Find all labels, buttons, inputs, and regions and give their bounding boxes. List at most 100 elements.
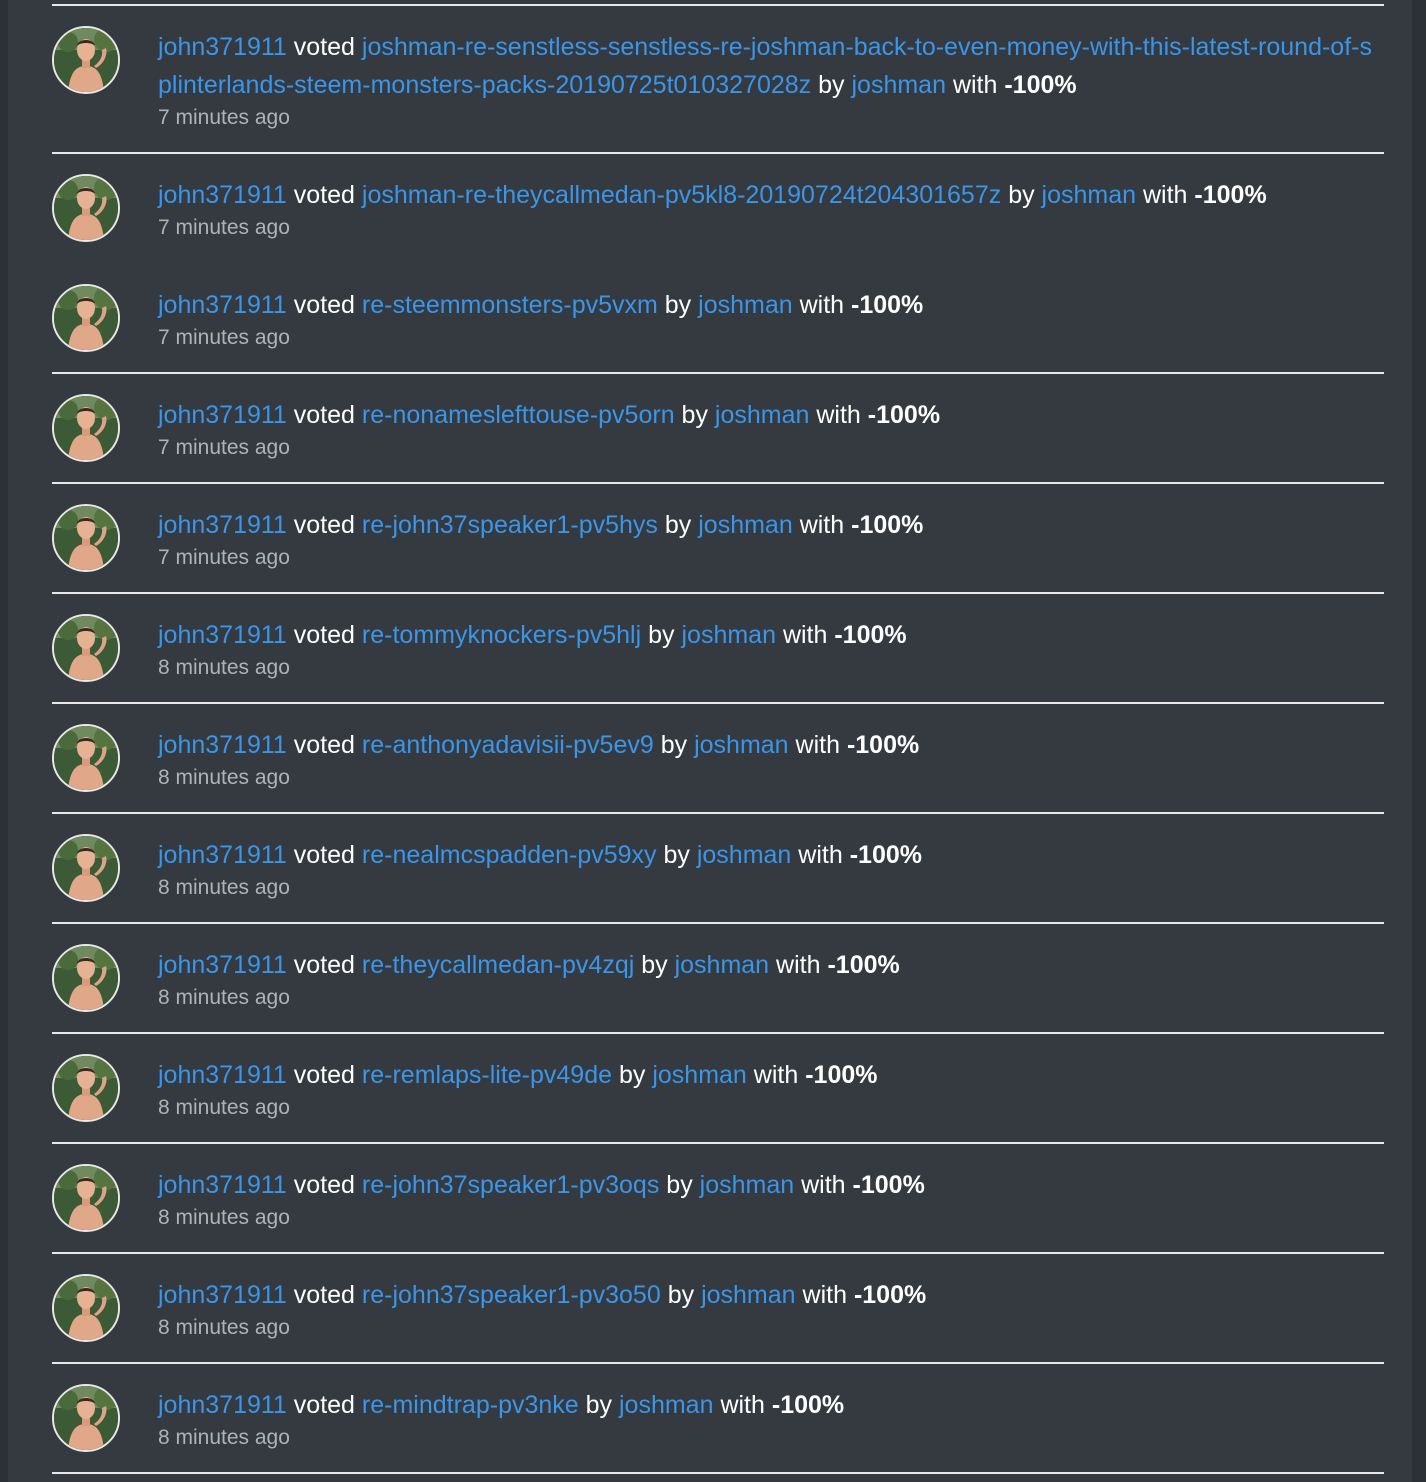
voter-link[interactable]: john371911	[158, 511, 287, 539]
page-background: john371911 voted joshman-re-senstless-se…	[0, 0, 1426, 1482]
voted-word: voted	[293, 401, 355, 429]
with-word: with	[795, 731, 840, 759]
author-link[interactable]: joshman	[1042, 181, 1137, 209]
user-avatar-photo[interactable]	[52, 394, 120, 462]
avatar-image	[54, 1386, 118, 1450]
voter-link[interactable]: john371911	[158, 33, 287, 61]
activity-timestamp: 8 minutes ago	[158, 876, 290, 899]
activity-timestamp: 7 minutes ago	[158, 436, 290, 459]
with-word: with	[801, 1171, 846, 1199]
activity-text: john371911 voted joshman-re-theycallmeda…	[158, 176, 1382, 214]
post-permlink-link[interactable]: re-john37speaker1-pv3o50	[362, 1281, 661, 1309]
user-avatar-photo[interactable]	[52, 284, 120, 352]
voter-link[interactable]: john371911	[158, 401, 287, 429]
user-avatar-photo[interactable]	[52, 614, 120, 682]
user-avatar-photo[interactable]	[52, 834, 120, 902]
voter-link[interactable]: john371911	[158, 951, 287, 979]
user-avatar-photo[interactable]	[52, 1054, 120, 1122]
activity-item: john371911 voted re-steemmonsters-pv5vxm…	[52, 264, 1384, 374]
author-link[interactable]: joshman	[698, 511, 793, 539]
post-permlink-link[interactable]: re-remlaps-lite-pv49de	[362, 1061, 612, 1089]
activity-text: john371911 voted re-john37speaker1-pv3oq…	[158, 1166, 1382, 1204]
author-link[interactable]: joshman	[701, 1281, 796, 1309]
voter-link[interactable]: john371911	[158, 1281, 287, 1309]
activity-text: john371911 voted re-anthonyadavisii-pv5e…	[158, 726, 1382, 764]
post-permlink-link[interactable]: re-tommyknockers-pv5hlj	[362, 621, 641, 649]
post-permlink-link[interactable]: re-mindtrap-pv3nke	[362, 1391, 579, 1419]
voter-link[interactable]: john371911	[158, 1391, 287, 1419]
voter-link[interactable]: john371911	[158, 181, 287, 209]
user-avatar-photo[interactable]	[52, 26, 120, 94]
by-word: by	[664, 291, 692, 319]
vote-weight: -100%	[1004, 71, 1077, 99]
vote-weight: -100%	[851, 511, 924, 539]
activity-timestamp: 8 minutes ago	[158, 1096, 290, 1119]
by-word: by	[585, 1391, 613, 1419]
activity-timestamp: 8 minutes ago	[158, 766, 290, 789]
with-word: with	[799, 511, 845, 539]
activity-text: john371911 voted re-mindtrap-pv3nke by j…	[158, 1386, 1382, 1424]
activity-timestamp: 8 minutes ago	[158, 1316, 290, 1339]
voter-link[interactable]: john371911	[158, 291, 287, 319]
author-link[interactable]: joshman	[715, 401, 810, 429]
post-permlink-link[interactable]: re-steemmonsters-pv5vxm	[362, 291, 658, 319]
vote-weight: -100%	[849, 841, 922, 869]
author-link[interactable]: joshman	[851, 71, 946, 99]
user-avatar-photo[interactable]	[52, 1384, 120, 1452]
avatar-image	[54, 28, 118, 92]
avatar-image	[54, 506, 118, 570]
post-permlink-link[interactable]: re-nonameslefttouse-pv5orn	[362, 401, 675, 429]
avatar-image	[54, 836, 118, 900]
post-permlink-link[interactable]: joshman-re-theycallmedan-pv5kl8-20190724…	[362, 181, 1001, 209]
author-link[interactable]: joshman	[619, 1391, 714, 1419]
voted-word: voted	[293, 621, 355, 649]
avatar-image	[54, 1056, 118, 1120]
activity-text: john371911 voted joshman-re-senstless-se…	[158, 28, 1382, 104]
voter-link[interactable]: john371911	[158, 731, 287, 759]
user-avatar-photo[interactable]	[52, 944, 120, 1012]
vote-weight: -100%	[827, 951, 900, 979]
author-link[interactable]: joshman	[698, 291, 793, 319]
post-permlink-link[interactable]: re-john37speaker1-pv5hys	[362, 511, 658, 539]
author-link[interactable]: joshman	[694, 731, 789, 759]
user-avatar-photo[interactable]	[52, 1164, 120, 1232]
voter-link[interactable]: john371911	[158, 841, 287, 869]
voter-link[interactable]: john371911	[158, 1171, 287, 1199]
user-avatar-photo[interactable]	[52, 1274, 120, 1342]
avatar-image	[54, 396, 118, 460]
activity-timestamp: 8 minutes ago	[158, 1426, 290, 1449]
activity-text: john371911 voted re-john37speaker1-pv3o5…	[158, 1276, 1382, 1314]
user-avatar-photo[interactable]	[52, 504, 120, 572]
user-avatar-photo[interactable]	[52, 724, 120, 792]
vote-weight: -100%	[852, 1171, 925, 1199]
with-word: with	[802, 1281, 847, 1309]
activity-timestamp: 7 minutes ago	[158, 106, 290, 129]
by-word: by	[648, 621, 675, 649]
post-permlink-link[interactable]: re-theycallmedan-pv4zqj	[362, 951, 634, 979]
voter-link[interactable]: john371911	[158, 1061, 287, 1089]
avatar-image	[54, 946, 118, 1010]
user-avatar-photo[interactable]	[52, 174, 120, 242]
by-word: by	[660, 731, 688, 759]
author-link[interactable]: joshman	[681, 621, 776, 649]
activity-item: john371911 voted joshman-re-senstless-se…	[52, 6, 1384, 154]
voter-link[interactable]: john371911	[158, 621, 287, 649]
post-permlink-link[interactable]: re-anthonyadavisii-pv5ev9	[362, 731, 654, 759]
activity-timestamp: 7 minutes ago	[158, 326, 290, 349]
activity-text: john371911 voted re-nealmcspadden-pv59xy…	[158, 836, 1382, 874]
voted-word: voted	[293, 291, 355, 319]
voted-word: voted	[293, 181, 355, 209]
post-permlink-link[interactable]: re-nealmcspadden-pv59xy	[362, 841, 657, 869]
by-word: by	[818, 71, 845, 99]
activity-item: john371911 voted re-mindtrap-pv3nke by j…	[52, 1364, 1384, 1474]
author-link[interactable]: joshman	[700, 1171, 795, 1199]
author-link[interactable]: joshman	[652, 1061, 747, 1089]
avatar-image	[54, 726, 118, 790]
with-word: with	[816, 401, 861, 429]
vote-weight: -100%	[851, 291, 924, 319]
with-word: with	[720, 1391, 765, 1419]
post-permlink-link[interactable]: re-john37speaker1-pv3oqs	[362, 1171, 659, 1199]
author-link[interactable]: joshman	[675, 951, 770, 979]
avatar-image	[54, 1276, 118, 1340]
author-link[interactable]: joshman	[697, 841, 792, 869]
